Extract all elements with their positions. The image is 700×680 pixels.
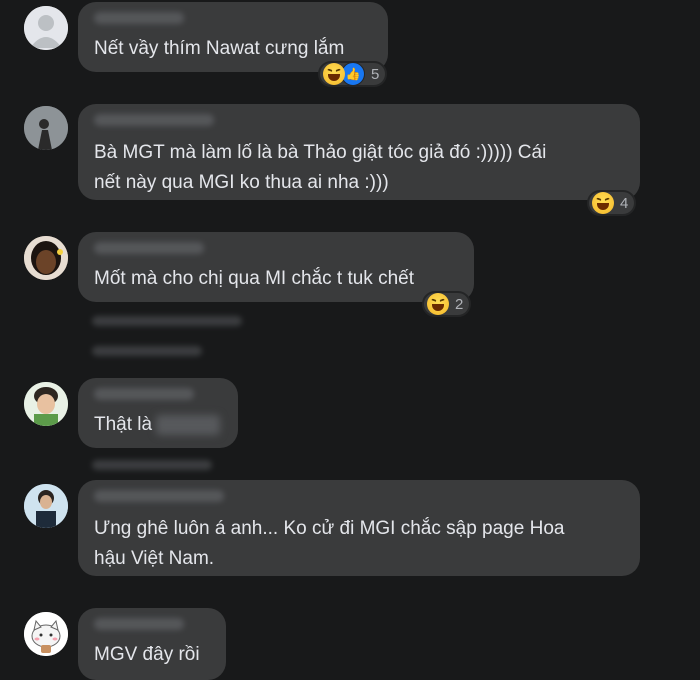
comment-bubble[interactable]: MGV đây rồi bbox=[78, 608, 226, 680]
author-name-redacted[interactable] bbox=[94, 388, 194, 400]
default-avatar-icon bbox=[24, 6, 68, 50]
author-name-redacted[interactable] bbox=[94, 114, 214, 126]
cartoon-cat-avatar-icon bbox=[24, 612, 68, 656]
profile-photo-icon bbox=[24, 382, 68, 426]
profile-photo-icon bbox=[24, 236, 68, 280]
avatar[interactable] bbox=[24, 612, 68, 656]
comment-bubble[interactable]: Mốt mà cho chị qua MI chắc t tuk chết bbox=[78, 232, 474, 302]
reaction-count: 5 bbox=[371, 65, 380, 83]
comment-text-line-2: nết này qua MGI ko thua ai nha :))) bbox=[94, 172, 389, 193]
author-name-redacted[interactable] bbox=[94, 618, 184, 630]
avatar[interactable] bbox=[24, 6, 68, 50]
comment-actions-redacted[interactable] bbox=[92, 316, 242, 326]
haha-emoji-icon bbox=[592, 192, 614, 214]
comment-text-line-2: hậu Việt Nam. bbox=[94, 548, 215, 569]
haha-emoji-icon bbox=[427, 293, 449, 315]
reaction-summary[interactable]: 2 bbox=[422, 291, 472, 317]
redacted-text bbox=[156, 414, 221, 435]
comment-bubble[interactable]: Bà MGT mà làm lố là bà Thảo giật tóc giả… bbox=[78, 104, 640, 200]
author-name-redacted[interactable] bbox=[94, 490, 224, 502]
haha-emoji-icon bbox=[323, 63, 345, 85]
reply-link-redacted[interactable] bbox=[92, 346, 202, 356]
comment-text: Thật là bbox=[94, 410, 221, 440]
reaction-count: 2 bbox=[455, 295, 464, 313]
author-name-redacted[interactable] bbox=[94, 242, 204, 254]
profile-photo-icon bbox=[24, 484, 68, 528]
avatar[interactable] bbox=[24, 106, 68, 150]
comment-text-line-1: Ưng ghê luôn á anh... Ko cử đi MGI chắc … bbox=[94, 518, 565, 539]
avatar[interactable] bbox=[24, 382, 68, 426]
comment-text: Nết vầy thím Nawat cưng lắm bbox=[94, 38, 345, 59]
reaction-summary[interactable]: 👍 5 bbox=[318, 61, 388, 87]
avatar[interactable] bbox=[24, 484, 68, 528]
comment-actions-redacted[interactable] bbox=[92, 460, 212, 470]
comment-text: Mốt mà cho chị qua MI chắc t tuk chết bbox=[94, 268, 414, 289]
author-name-redacted[interactable] bbox=[94, 12, 184, 24]
comment-text-line-1: Bà MGT mà làm lố là bà Thảo giật tóc giả… bbox=[94, 142, 547, 163]
reaction-summary[interactable]: 4 bbox=[587, 190, 637, 216]
comment-bubble[interactable]: Ưng ghê luôn á anh... Ko cử đi MGI chắc … bbox=[78, 480, 640, 576]
comment-text-visible: Thật là bbox=[94, 414, 153, 435]
reaction-count: 4 bbox=[620, 194, 629, 212]
comment-bubble[interactable]: Thật là bbox=[78, 378, 238, 448]
profile-photo-icon bbox=[24, 106, 68, 150]
comment-text: MGV đây rồi bbox=[94, 644, 200, 665]
avatar[interactable] bbox=[24, 236, 68, 280]
